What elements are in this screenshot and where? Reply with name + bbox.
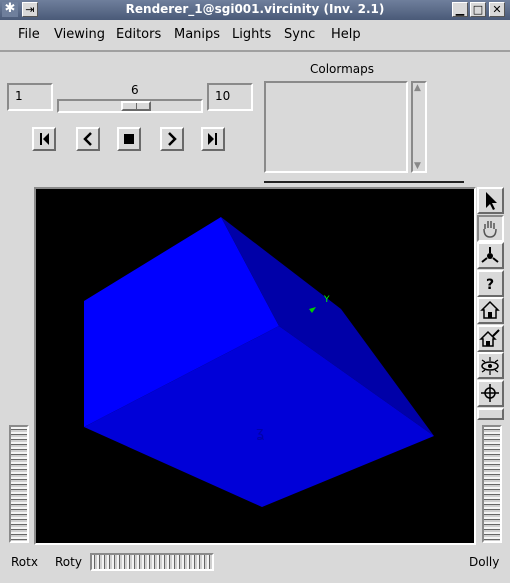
menu-manips[interactable]: Manips [174,27,220,42]
step-to-start-button[interactable] [32,127,56,151]
dolly-label: Dolly [469,555,500,569]
scroll-down-icon[interactable]: ▼ [414,161,421,171]
max-timestep-field[interactable]: 10 [207,83,253,111]
window-title: Renderer_1@sgi001.vircinity (Inv. 2.1) [125,2,385,16]
center-button[interactable] [477,380,504,407]
menubar: File Viewing Editors Manips Lights Sync … [0,22,510,52]
menu-sync[interactable]: Sync [284,27,315,42]
pick-arrow-icon [486,192,497,210]
scene-canvas[interactable]: Y ʓ [36,189,474,543]
step-back-button[interactable] [76,127,100,151]
render-viewport[interactable]: Y ʓ [34,187,476,545]
home-icon [480,300,500,319]
timestep-slider-thumb[interactable] [121,101,151,111]
play-button[interactable] [201,127,225,151]
rotx-thumbwheel[interactable] [9,425,29,543]
pick-mode-button[interactable] [477,187,504,214]
step-backward-icon [40,133,49,145]
view-all-icon [481,357,499,375]
min-timestep-field[interactable]: 1 [7,83,53,111]
play-icon [208,133,217,145]
scroll-up-icon[interactable]: ▲ [414,83,421,93]
roty-thumbwheel[interactable] [90,553,214,571]
chevron-right-icon [168,132,177,146]
colormaps-scrollbar[interactable]: ▲ ▼ [411,81,427,173]
axis-marker-glyph: ʓ [256,425,264,441]
timestep-slider[interactable] [57,99,203,113]
menu-viewing[interactable]: Viewing [54,27,105,42]
seek-icon [481,247,499,263]
home-button[interactable] [477,297,504,324]
step-forward-button[interactable] [160,127,184,151]
view-mode-button[interactable] [477,215,504,242]
seek-button[interactable] [477,242,504,269]
menu-file[interactable]: File [18,27,40,42]
dolly-thumbwheel[interactable] [482,425,502,543]
current-timestep-label: 6 [131,83,139,97]
set-home-button[interactable] [477,325,504,352]
stop-icon [124,134,134,144]
axis-y-label: Y [323,295,330,305]
minimize-button[interactable]: ▁ [452,2,468,17]
maximize-button[interactable]: □ [470,2,486,17]
toolbar-more-button[interactable] [477,408,504,420]
menu-lights[interactable]: Lights [232,27,271,42]
center-icon [481,384,499,402]
set-home-icon [479,329,500,347]
menu-help[interactable]: Help [331,27,361,42]
stop-button[interactable] [117,127,141,151]
colormaps-label: Colormaps [310,62,375,76]
colormaps-list[interactable] [264,81,408,173]
separator [264,181,464,183]
rotx-label: Rotx [11,555,38,569]
roty-label: Roty [55,555,82,569]
close-button[interactable]: ✕ [489,2,505,17]
help-button[interactable]: ? [477,270,504,297]
help-icon: ? [486,277,494,293]
svg-text:?: ? [486,277,494,293]
menu-editors[interactable]: Editors [116,27,161,42]
chevron-left-icon [83,132,92,146]
view-hand-icon [483,221,497,238]
view-all-button[interactable] [477,352,504,379]
window-titlebar[interactable]: ✱ ⇥ Renderer_1@sgi001.vircinity (Inv. 2.… [0,0,510,20]
